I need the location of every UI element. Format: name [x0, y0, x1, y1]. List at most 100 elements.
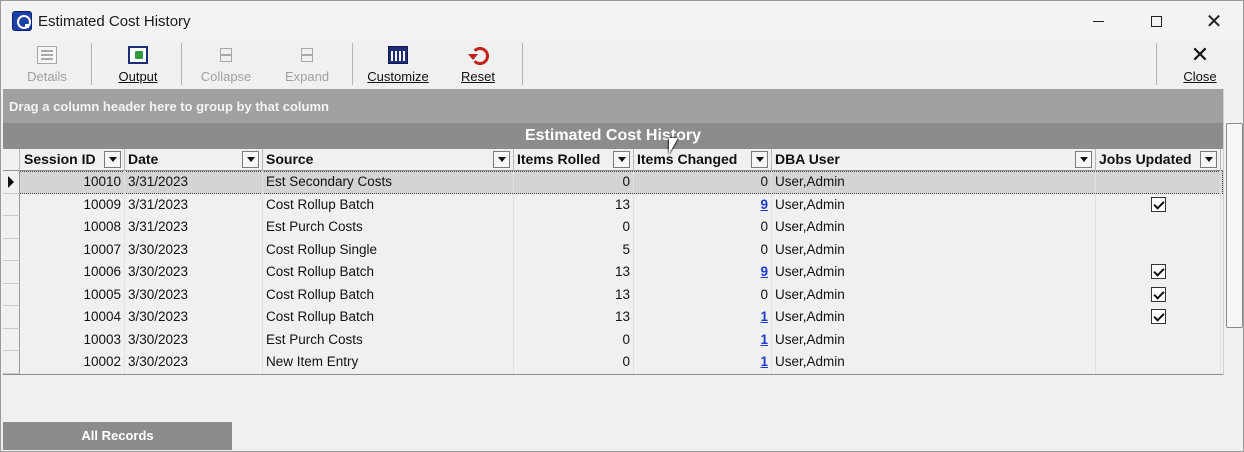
cell-items-changed[interactable]: 9	[634, 193, 772, 216]
items-changed-link[interactable]: 9	[760, 197, 768, 212]
cell-session-id[interactable]: 10010	[21, 171, 125, 194]
cell-dba-user[interactable]: User,Admin	[772, 171, 1096, 194]
cell-source[interactable]: Cost Rollup Batch	[263, 193, 514, 216]
expand-button[interactable]: Expand	[280, 43, 334, 87]
cell-items-rolled[interactable]: 0	[514, 351, 634, 374]
cell-dba-user[interactable]: User,Admin	[772, 328, 1096, 351]
customize-button[interactable]: Customize	[365, 43, 431, 87]
items-changed-link[interactable]: 1	[760, 354, 768, 369]
row-selector[interactable]	[3, 216, 20, 239]
scrollbar-thumb[interactable]	[1226, 123, 1243, 328]
column-header-session-id[interactable]: Session ID	[21, 149, 125, 171]
table-row[interactable]: 10007 3/30/2023 Cost Rollup Single 5 0 User,A…	[3, 238, 1223, 261]
filter-dropdown-icon[interactable]	[751, 151, 768, 168]
group-by-area[interactable]: Drag a column header here to group by th…	[3, 89, 1223, 123]
cell-session-id[interactable]: 10002	[21, 351, 125, 374]
items-changed-link[interactable]: 1	[760, 332, 768, 347]
details-button[interactable]: Details	[24, 43, 70, 87]
row-selector[interactable]	[3, 261, 20, 284]
close-window-button[interactable]: ✕	[1185, 1, 1243, 41]
cell-date[interactable]: 3/31/2023	[125, 193, 263, 216]
filter-dropdown-icon[interactable]	[1075, 151, 1092, 168]
cell-items-rolled[interactable]: 0	[514, 328, 634, 351]
cell-source[interactable]: New Item Entry	[263, 351, 514, 374]
cell-dba-user[interactable]: User,Admin	[772, 238, 1096, 261]
cell-source[interactable]: Cost Rollup Single	[263, 238, 514, 261]
row-selector[interactable]	[3, 238, 20, 261]
cell-source[interactable]: Cost Rollup Batch	[263, 283, 514, 306]
cell-items-rolled[interactable]: 13	[514, 283, 634, 306]
row-selector[interactable]	[3, 283, 20, 306]
cell-jobs-updated[interactable]	[1096, 216, 1221, 239]
cell-items-rolled[interactable]: 13	[514, 261, 634, 284]
cell-items-rolled[interactable]: 0	[514, 171, 634, 194]
items-changed-link[interactable]: 1	[760, 309, 768, 324]
collapse-button[interactable]: Collapse	[197, 43, 255, 87]
table-row[interactable]: 10009 3/31/2023 Cost Rollup Batch 13 9 User,A…	[3, 193, 1223, 216]
cell-source[interactable]: Est Secondary Costs	[263, 171, 514, 194]
cell-date[interactable]: 3/30/2023	[125, 306, 263, 329]
cell-items-changed[interactable]: 9	[634, 261, 772, 284]
row-selector[interactable]	[3, 328, 20, 351]
cell-date[interactable]: 3/30/2023	[125, 283, 263, 306]
cell-dba-user[interactable]: User,Admin	[772, 283, 1096, 306]
cell-source[interactable]: Est Purch Costs	[263, 216, 514, 239]
row-selector[interactable]	[3, 193, 20, 216]
cell-jobs-updated[interactable]	[1096, 306, 1221, 329]
jobs-updated-checkbox[interactable]	[1151, 264, 1166, 279]
cell-jobs-updated[interactable]	[1096, 171, 1221, 194]
filter-dropdown-icon[interactable]	[613, 151, 630, 168]
cell-items-rolled[interactable]: 13	[514, 306, 634, 329]
cell-items-rolled[interactable]: 5	[514, 238, 634, 261]
cell-session-id[interactable]: 10007	[21, 238, 125, 261]
cell-jobs-updated[interactable]	[1096, 351, 1221, 374]
cell-source[interactable]: Cost Rollup Batch	[263, 306, 514, 329]
cell-source[interactable]: Est Purch Costs	[263, 328, 514, 351]
table-row[interactable]: 10006 3/30/2023 Cost Rollup Batch 13 9 User,A…	[3, 261, 1223, 284]
cell-jobs-updated[interactable]	[1096, 328, 1221, 351]
cell-items-rolled[interactable]: 0	[514, 216, 634, 239]
filter-dropdown-icon[interactable]	[493, 151, 510, 168]
table-row[interactable]: 10004 3/30/2023 Cost Rollup Batch 13 1 User,A…	[3, 306, 1223, 329]
vertical-scrollbar[interactable]	[1223, 89, 1243, 375]
items-changed-link[interactable]: 9	[760, 264, 768, 279]
jobs-updated-checkbox[interactable]	[1151, 196, 1166, 212]
column-header-jobs-updated[interactable]: Jobs Updated	[1096, 149, 1221, 171]
cell-items-rolled[interactable]: 13	[514, 193, 634, 216]
table-row[interactable]: 10003 3/30/2023 Est Purch Costs 0 1 User,Admi…	[3, 328, 1223, 351]
row-selector[interactable]	[3, 351, 20, 374]
jobs-updated-checkbox[interactable]	[1151, 309, 1166, 324]
row-selector[interactable]	[3, 171, 20, 194]
filter-dropdown-icon[interactable]	[1200, 151, 1217, 168]
cell-dba-user[interactable]: User,Admin	[772, 193, 1096, 216]
cell-session-id[interactable]: 10005	[21, 283, 125, 306]
table-row[interactable]: 10008 3/31/2023 Est Purch Costs 0 0 User,Admi…	[3, 216, 1223, 239]
cell-items-changed[interactable]: 1	[634, 328, 772, 351]
cell-source[interactable]: Cost Rollup Batch	[263, 261, 514, 284]
cell-jobs-updated[interactable]	[1096, 193, 1221, 216]
table-row[interactable]: 10005 3/30/2023 Cost Rollup Batch 13 0 User,A…	[3, 283, 1223, 306]
cell-date[interactable]: 3/30/2023	[125, 328, 263, 351]
minimize-button[interactable]	[1069, 1, 1127, 41]
column-header-source[interactable]: Source	[263, 149, 514, 171]
close-button[interactable]: ✕ Close	[1180, 43, 1220, 87]
reset-button[interactable]: Reset	[457, 43, 499, 87]
cell-session-id[interactable]: 10004	[21, 306, 125, 329]
cell-jobs-updated[interactable]	[1096, 283, 1221, 306]
cell-dba-user[interactable]: User,Admin	[772, 306, 1096, 329]
cell-date[interactable]: 3/30/2023	[125, 261, 263, 284]
cell-date[interactable]: 3/31/2023	[125, 171, 263, 194]
cell-jobs-updated[interactable]	[1096, 238, 1221, 261]
column-header-date[interactable]: Date	[125, 149, 263, 171]
cell-session-id[interactable]: 10006	[21, 261, 125, 284]
output-button[interactable]: Output	[114, 43, 162, 87]
cell-dba-user[interactable]: User,Admin	[772, 351, 1096, 374]
row-selector[interactable]	[3, 306, 20, 329]
cell-dba-user[interactable]: User,Admin	[772, 261, 1096, 284]
filter-dropdown-icon[interactable]	[104, 151, 121, 168]
cell-date[interactable]: 3/30/2023	[125, 238, 263, 261]
cell-items-changed[interactable]: 1	[634, 306, 772, 329]
cell-session-id[interactable]: 10009	[21, 193, 125, 216]
cell-dba-user[interactable]: User,Admin	[772, 216, 1096, 239]
cell-items-changed[interactable]: 1	[634, 351, 772, 374]
